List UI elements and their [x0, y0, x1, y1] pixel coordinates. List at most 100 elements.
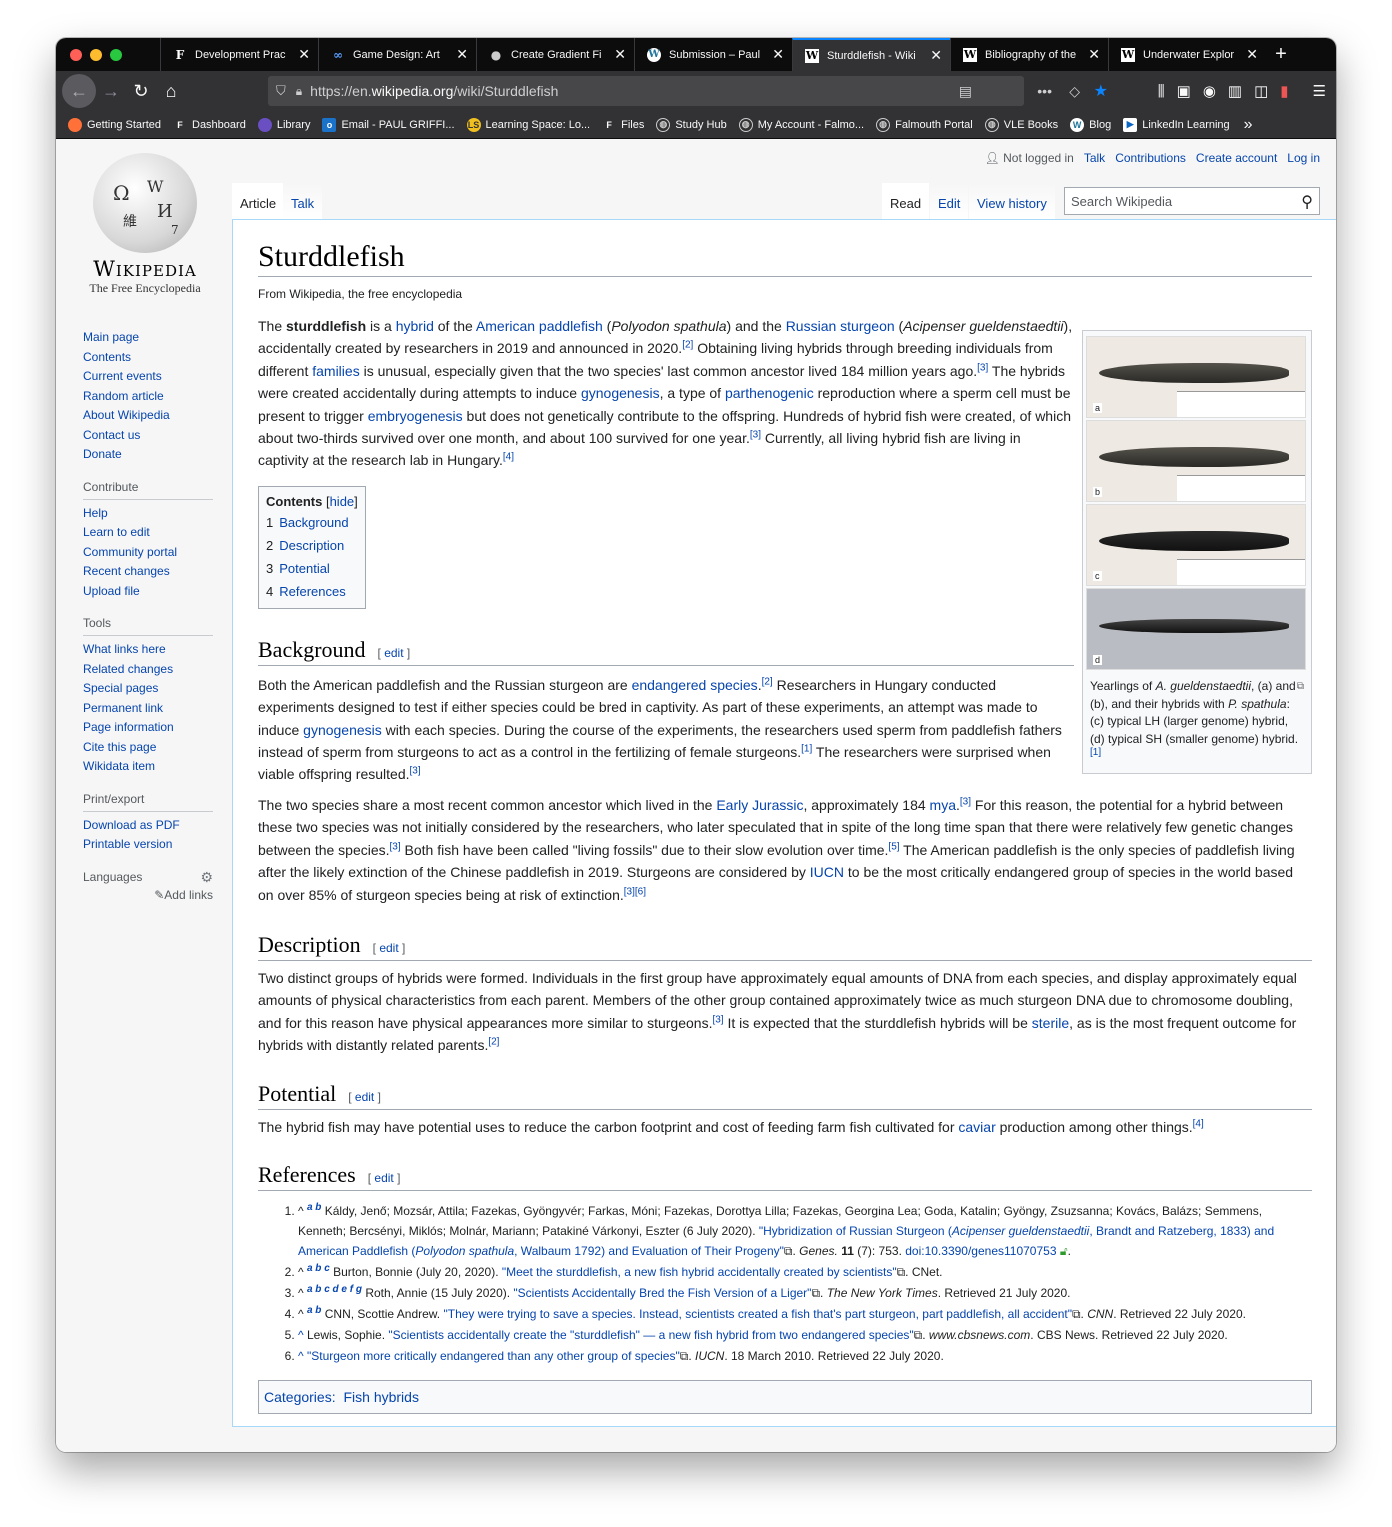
edit-link[interactable]: edit: [355, 1090, 374, 1104]
extension-icon[interactable]: ▮: [1280, 82, 1288, 100]
link-mya[interactable]: mya: [930, 797, 956, 813]
fish-photo[interactable]: b: [1086, 420, 1306, 502]
sidebar-item-permanent-link[interactable]: Permanent link: [83, 699, 213, 719]
lock-icon[interactable]: 🔒︎: [296, 84, 302, 99]
browser-tab[interactable]: W Bibliography of the ✕: [950, 38, 1108, 71]
close-tab-icon[interactable]: ✕: [298, 46, 310, 63]
toc-link[interactable]: Potential: [279, 561, 330, 576]
link-gynogenesis[interactable]: gynogenesis: [581, 385, 660, 401]
sidebar-item-random-article[interactable]: Random article: [83, 387, 213, 407]
shield-icon[interactable]: ⛉: [276, 83, 286, 99]
toc-link[interactable]: Description: [279, 538, 344, 553]
browser-tab-active[interactable]: W Sturddlefish - Wiki ✕: [792, 38, 950, 71]
tab-article[interactable]: Article: [232, 183, 285, 219]
close-window-button[interactable]: [70, 48, 82, 61]
toc-item[interactable]: 4 References: [266, 582, 358, 601]
sidebar-item-current-events[interactable]: Current events: [83, 367, 213, 387]
bookmark-item[interactable]: ◍ VLE Books: [984, 117, 1058, 132]
sidebar-item-community-portal[interactable]: Community portal: [83, 543, 213, 563]
sidebar-item-download-pdf[interactable]: Download as PDF: [83, 816, 213, 836]
fish-photo[interactable]: a: [1086, 336, 1306, 418]
close-tab-icon[interactable]: ✕: [456, 46, 468, 63]
browser-tab[interactable]: ● Create Gradient Fi ✕: [476, 38, 634, 71]
reader-view-icon[interactable]: ▤: [959, 83, 972, 100]
toc-link[interactable]: Background: [279, 515, 348, 530]
sidebar-item-page-information[interactable]: Page information: [83, 718, 213, 738]
fish-photo[interactable]: c: [1086, 504, 1306, 586]
browser-tab[interactable]: W Submission – Paul ✕: [634, 38, 792, 71]
close-tab-icon[interactable]: ✕: [614, 46, 626, 63]
link-american-paddlefish[interactable]: American paddlefish: [476, 318, 603, 334]
bookmark-item[interactable]: ▶ LinkedIn Learning: [1123, 117, 1230, 132]
bookmark-star-icon[interactable]: ★: [1094, 81, 1108, 101]
link-iucn[interactable]: IUCN: [810, 864, 844, 880]
link-parthenogenic[interactable]: parthenogenic: [725, 385, 814, 401]
account-icon[interactable]: ◉: [1203, 82, 1216, 100]
sidebar-item-contents[interactable]: Contents: [83, 348, 213, 368]
tab-talk[interactable]: Talk: [283, 183, 323, 219]
search-input[interactable]: Search Wikipedia ⚲: [1064, 187, 1320, 215]
menu-icon[interactable]: ☰: [1313, 82, 1326, 100]
new-tab-icon[interactable]: +: [1266, 38, 1296, 71]
doi-link[interactable]: doi:10.3390/genes11070753: [905, 1244, 1056, 1258]
link-families[interactable]: families: [312, 363, 359, 379]
link-russian-sturgeon[interactable]: Russian sturgeon: [786, 318, 895, 334]
sidebar-item-recent-changes[interactable]: Recent changes: [83, 562, 213, 582]
link-early-jurassic[interactable]: Early Jurassic: [716, 797, 803, 813]
toc-link[interactable]: References: [279, 584, 345, 599]
browser-tab[interactable]: ∞ Game Design: Art ✕: [318, 38, 476, 71]
sidebar-item-printable-version[interactable]: Printable version: [83, 835, 213, 855]
url-bar[interactable]: ⛉ 🔒︎ https://en. wikipedia.org/wiki/Sturd…: [268, 76, 1108, 106]
tab-edit[interactable]: Edit: [930, 183, 969, 219]
link-gynogenesis[interactable]: gynogenesis: [303, 722, 382, 738]
minimize-window-button[interactable]: [90, 48, 102, 61]
bookmark-item[interactable]: W Blog: [1070, 117, 1111, 132]
close-tab-icon[interactable]: ✕: [1088, 46, 1100, 63]
reference-link[interactable]: "Sturgeon more critically endangered tha…: [307, 1349, 680, 1363]
magnify-icon[interactable]: ⧉: [1297, 678, 1304, 696]
browser-tab[interactable]: W Underwater Explor ✕: [1108, 38, 1266, 71]
bookmark-item[interactable]: Library: [257, 117, 310, 132]
bookmark-item[interactable]: F Files: [602, 118, 644, 132]
search-icon[interactable]: ⚲: [1301, 192, 1313, 212]
sidebar-item-wikidata-item[interactable]: Wikidata item: [83, 757, 213, 777]
back-arrow-icon[interactable]: ←: [62, 74, 96, 108]
reference-link[interactable]: "They were trying to save a species. Ins…: [443, 1307, 1071, 1321]
category-fish-hybrids[interactable]: Fish hybrids: [343, 1389, 418, 1405]
more-actions-icon[interactable]: •••: [1037, 83, 1052, 99]
toc-hide-toggle[interactable]: hide: [330, 494, 355, 509]
close-tab-icon[interactable]: ✕: [772, 46, 784, 63]
bookmark-item[interactable]: ◍ Falmouth Portal: [876, 117, 973, 132]
sidebar-item-upload-file[interactable]: Upload file: [83, 582, 213, 602]
wikipedia-logo[interactable]: Ω W И 維 7 Wikipedia The Free Encyclopedi…: [78, 153, 212, 296]
browser-tab[interactable]: F Development Prac ✕: [160, 38, 318, 71]
reload-icon[interactable]: ↻: [126, 76, 156, 106]
link-embryogenesis[interactable]: embryogenesis: [368, 408, 463, 424]
reference-link[interactable]: "Scientists accidentally create the "stu…: [388, 1328, 913, 1342]
pocket-icon[interactable]: ◇: [1069, 83, 1080, 100]
sidebar-item-main-page[interactable]: Main page: [83, 328, 213, 348]
more-bookmarks-icon[interactable]: »: [1244, 116, 1253, 134]
bookmark-item[interactable]: ◍ My Account - Falmo...: [738, 117, 864, 132]
contributions-link[interactable]: Contributions: [1115, 151, 1186, 165]
link-hybrid[interactable]: hybrid: [396, 318, 434, 334]
edit-link[interactable]: edit: [384, 646, 403, 660]
sidebar-item-contact[interactable]: Contact us: [83, 426, 213, 446]
link-endangered-species[interactable]: endangered species: [632, 677, 758, 693]
bookmark-item[interactable]: F Dashboard: [173, 118, 246, 132]
sidebar-item-donate[interactable]: Donate: [83, 445, 213, 465]
library-icon[interactable]: ⫼: [1158, 83, 1165, 100]
bookmark-item[interactable]: ◍ Study Hub: [656, 117, 727, 132]
add-links[interactable]: ✎Add links: [83, 888, 213, 902]
home-icon[interactable]: ⌂: [156, 76, 186, 106]
bookmark-item[interactable]: o Email - PAUL GRIFFI...: [322, 117, 455, 132]
tab-read[interactable]: Read: [882, 183, 930, 219]
sidebar-item-what-links-here[interactable]: What links here: [83, 640, 213, 660]
reference-link[interactable]: "Meet the sturddlefish, a new fish hybri…: [502, 1265, 897, 1279]
toc-item[interactable]: 2 Description: [266, 536, 358, 555]
forward-arrow-icon[interactable]: →: [96, 76, 126, 106]
link-sterile[interactable]: sterile: [1032, 1015, 1069, 1031]
bookmark-item[interactable]: Getting Started: [68, 117, 161, 132]
extension-icon[interactable]: ◫: [1254, 82, 1268, 100]
reference-link[interactable]: "Scientists Accidentally Bred the Fish V…: [513, 1286, 811, 1300]
